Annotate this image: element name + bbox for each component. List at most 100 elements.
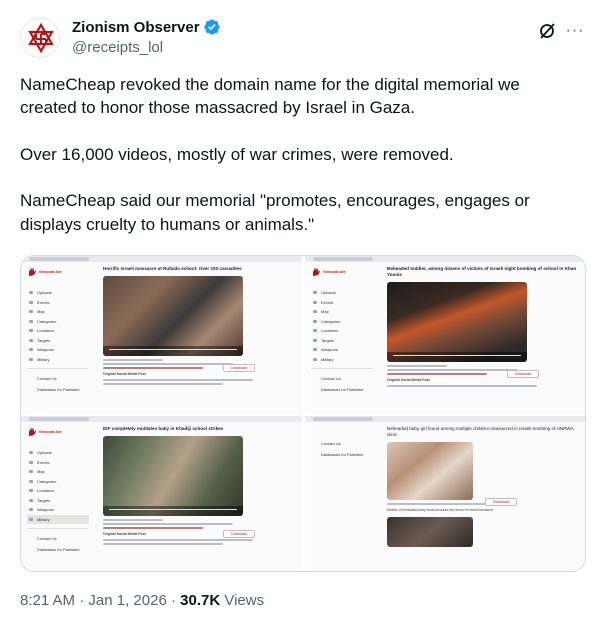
red-hand-icon <box>29 428 36 436</box>
sidebar-item-map: Map <box>311 307 373 317</box>
meta-heading: Original Social Media Post <box>103 532 146 536</box>
memorial-brand: Genocide.live <box>39 430 62 434</box>
tweet-paragraph: Over 16,000 videos, mostly of war crimes… <box>20 144 454 164</box>
meta-heading: Original Social Media Post <box>387 378 430 382</box>
sidebar-contact: Contact Us <box>321 376 341 381</box>
memorial-main: IDF completely mutilates baby in Khadiji… <box>103 426 293 545</box>
sidebar-item-events: Events <box>27 298 89 308</box>
sidebar-item-categories: Categories <box>27 477 89 487</box>
sidebar-contact: Contact Us <box>37 376 57 381</box>
download-button: Download <box>485 498 517 506</box>
media-image-4[interactable]: Contact Us Databases for Palestine Behea… <box>305 416 585 571</box>
display-name[interactable]: Zionism Observer <box>72 19 200 36</box>
tweet-date[interactable]: Jan 1, 2026 <box>88 592 166 609</box>
sidebar-item-events: Events <box>27 458 89 468</box>
video-thumbnail <box>103 436 243 516</box>
memorial-logo: Genocide.live <box>311 266 373 278</box>
sidebar-item-uploads: Uploads <box>27 288 89 298</box>
sidebar-item-uploads: Uploads <box>311 288 373 298</box>
video-thumbnail <box>387 282 527 362</box>
browser-bar <box>21 416 302 422</box>
sidebar-item-categories: Categories <box>311 317 373 327</box>
meta-heading: Mother of beheaded baby Amal recounts th… <box>387 508 494 512</box>
memorial-brand: Genocide.live <box>323 270 346 274</box>
more-horizontal-icon: ··· <box>565 22 585 39</box>
download-button: Download <box>223 530 255 538</box>
browser-bar <box>305 416 585 422</box>
media-image-3[interactable]: Genocide.live Uploads Events Map Categor… <box>21 416 302 571</box>
sidebar-item-map: Map <box>27 467 89 477</box>
sidebar-item-weapons: Weapons <box>311 345 373 355</box>
post-title: Beheaded baby girl found among multiple … <box>387 426 574 437</box>
sidebar-item-targets: Targets <box>27 336 89 346</box>
more-button[interactable]: ··· <box>564 20 586 42</box>
memorial-sidebar: Genocide.live Uploads Events Map Categor… <box>27 266 89 395</box>
sidebar-item-weapons: Weapons <box>27 505 89 515</box>
red-hand-icon <box>313 268 320 276</box>
memorial-main: Horrific Israeli massacre at Rufaida sch… <box>103 266 293 385</box>
sidebar-contact: Contact Us <box>321 441 341 446</box>
sidebar-item-military: Military <box>311 355 373 365</box>
sidebar-item-events: Events <box>311 298 373 308</box>
sidebar-item-map: Map <box>27 307 89 317</box>
tweet-text: NameCheap revoked the domain name for th… <box>20 73 580 236</box>
media-image-2[interactable]: Genocide.live Uploads Events Map Categor… <box>305 256 585 413</box>
sidebar-item-locations: Locations <box>27 326 89 336</box>
memorial-logo: Genocide.live <box>27 426 89 438</box>
separator: · <box>79 592 85 609</box>
star-of-david-swastika-logo-icon <box>28 22 54 54</box>
account-names: Zionism Observer @receipts_lol <box>72 17 221 56</box>
video-thumbnail <box>387 442 473 500</box>
grok-button[interactable] <box>536 20 558 42</box>
sidebar-item-targets: Targets <box>27 496 89 506</box>
sidebar-item-uploads: Uploads <box>27 448 89 458</box>
sidebar-databases: Databases for Palestine <box>321 452 364 457</box>
download-button: Download <box>507 370 539 378</box>
sidebar-databases: Databases for Palestine <box>37 547 80 552</box>
post-title: Beheaded toddler, among dozens of victim… <box>387 266 577 277</box>
memorial-main: Beheaded baby girl found among multiple … <box>387 426 577 547</box>
video-thumbnail <box>387 517 473 547</box>
sidebar-item-locations: Locations <box>27 486 89 496</box>
views-count[interactable]: 30.7K <box>180 592 220 609</box>
memorial-sidebar: Genocide.live Uploads Events Map Categor… <box>311 266 373 395</box>
media-grid: Genocide.live Uploads Events Map Categor… <box>20 255 586 572</box>
sidebar-item-weapons: Weapons <box>27 345 89 355</box>
tweet-paragraph: NameCheap revoked the domain name for th… <box>20 75 520 118</box>
browser-bar <box>305 256 585 262</box>
memorial-logo: Genocide.live <box>27 266 89 278</box>
post-meta: Mother of beheaded baby Amal recounts th… <box>387 503 577 513</box>
sidebar-item-military: Military <box>27 514 89 524</box>
red-hand-icon <box>29 268 36 276</box>
memorial-main: Beheaded toddler, among dozens of victim… <box>387 266 577 387</box>
separator: · <box>170 592 176 609</box>
tweet-header: Zionism Observer @receipts_lol ··· <box>20 16 586 60</box>
memorial-brand: Genocide.live <box>39 270 62 274</box>
sidebar-databases: Databases for Palestine <box>37 387 80 392</box>
post-meta: Original Social Media Post <box>103 359 293 385</box>
sidebar-databases: Databases for Palestine <box>321 387 364 392</box>
memorial-sidebar: Contact Us Databases for Palestine <box>311 426 373 460</box>
post-meta: Original Social Media Post <box>103 519 293 545</box>
sidebar-item-categories: Categories <box>27 317 89 327</box>
memorial-sidebar: Genocide.live Uploads Events Map Categor… <box>27 426 89 555</box>
views-label: Views <box>224 592 265 609</box>
video-thumbnail <box>103 276 243 356</box>
sidebar-item-targets: Targets <box>311 336 373 346</box>
tweet-time[interactable]: 8:21 AM <box>20 592 75 609</box>
tweet-paragraph: NameCheap said our memorial "promotes, e… <box>20 191 530 234</box>
avatar[interactable] <box>20 18 60 58</box>
sidebar-contact: Contact Us <box>37 536 57 541</box>
sidebar-item-locations: Locations <box>311 326 373 336</box>
meta-heading: Original Social Media Post <box>103 372 146 376</box>
tweet-footer: 8:21 AM · Jan 1, 2026 · 30.7K Views <box>20 592 264 609</box>
post-title: Horrific Israeli massacre at Rufaida sch… <box>103 266 242 271</box>
handle[interactable]: @receipts_lol <box>72 39 221 56</box>
browser-bar <box>21 256 302 262</box>
download-button: Download <box>223 364 255 372</box>
post-meta: Original Social Media Post <box>387 365 577 387</box>
grok-icon <box>540 23 555 39</box>
media-image-1[interactable]: Genocide.live Uploads Events Map Categor… <box>21 256 302 413</box>
post-title: IDF completely mutilates baby in Khadiji… <box>103 426 224 431</box>
verified-badge-icon[interactable] <box>203 18 221 36</box>
